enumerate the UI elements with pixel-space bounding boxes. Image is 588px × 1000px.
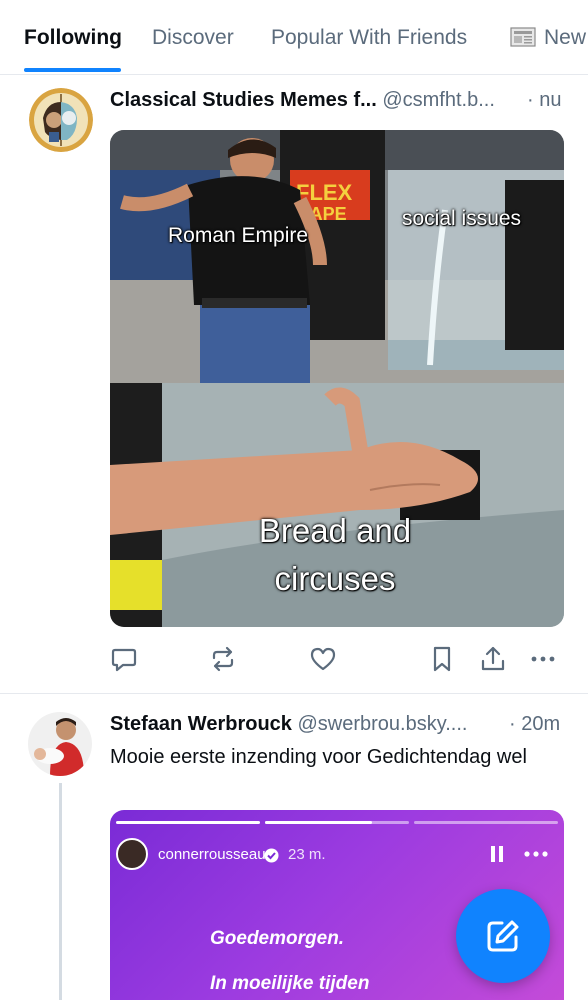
verified-badge-icon: [264, 848, 279, 863]
compose-button[interactable]: [456, 889, 550, 983]
tab-popular-with-friends[interactable]: Popular With Friends: [271, 26, 467, 50]
story-text-line-2: In moeilijke tijden: [210, 973, 370, 994]
post-timestamp[interactable]: · 20m: [509, 713, 560, 736]
story-more-icon[interactable]: [524, 850, 548, 858]
author-name[interactable]: Classical Studies Memes f...: [110, 89, 377, 111]
newspaper-icon: [510, 27, 536, 47]
meme-label-bread-and-circuses: Bread and circuses: [258, 512, 412, 597]
story-progress-bar: [116, 821, 558, 824]
author-handle[interactable]: @csmfht.b...: [382, 89, 495, 111]
story-avatar: [116, 838, 148, 870]
tab-new-label: New: [544, 26, 587, 49]
author-name[interactable]: Stefaan Werbrouck: [110, 713, 292, 735]
tab-following[interactable]: Following: [24, 26, 122, 50]
share-icon[interactable]: [479, 645, 507, 673]
avatar[interactable]: [28, 712, 92, 776]
active-tab-indicator: [24, 68, 121, 72]
post-timestamp[interactable]: · nu: [527, 89, 561, 112]
more-icon[interactable]: [529, 645, 557, 673]
pause-icon[interactable]: [490, 846, 504, 862]
compose-icon: [487, 920, 519, 952]
story-text-line-1: Goedemorgen.: [210, 928, 345, 949]
post-text: Mooie eerste inzending voor Gedichtendag…: [110, 746, 527, 768]
avatar[interactable]: [29, 88, 93, 152]
reply-icon[interactable]: [110, 645, 138, 673]
story-age: 23 m.: [288, 846, 326, 863]
post-actions: [110, 645, 560, 675]
post-header: Stefaan Werbrouck @swerbrou.bsky....: [110, 713, 467, 736]
meme-label-roman-empire: Roman Empire: [168, 224, 309, 247]
tab-new[interactable]: New: [510, 26, 586, 50]
meme-label-social-issues: social issues: [402, 207, 522, 230]
bookmark-icon[interactable]: [428, 645, 456, 673]
meme-image[interactable]: FLEX TAPE Roman Empire social issues Bre…: [110, 130, 564, 627]
repost-icon[interactable]: [209, 645, 237, 673]
tab-discover[interactable]: Discover: [152, 26, 234, 50]
story-username: connerrousseau: [158, 846, 266, 863]
like-icon[interactable]: [309, 645, 337, 673]
post-header: Classical Studies Memes f... @csmfht.b..…: [110, 89, 495, 112]
author-handle[interactable]: @swerbrou.bsky....: [297, 713, 467, 735]
post-divider: [0, 693, 588, 694]
feed-tab-bar: Following Discover Popular With Friends …: [0, 0, 588, 75]
thread-line: [59, 783, 62, 1000]
